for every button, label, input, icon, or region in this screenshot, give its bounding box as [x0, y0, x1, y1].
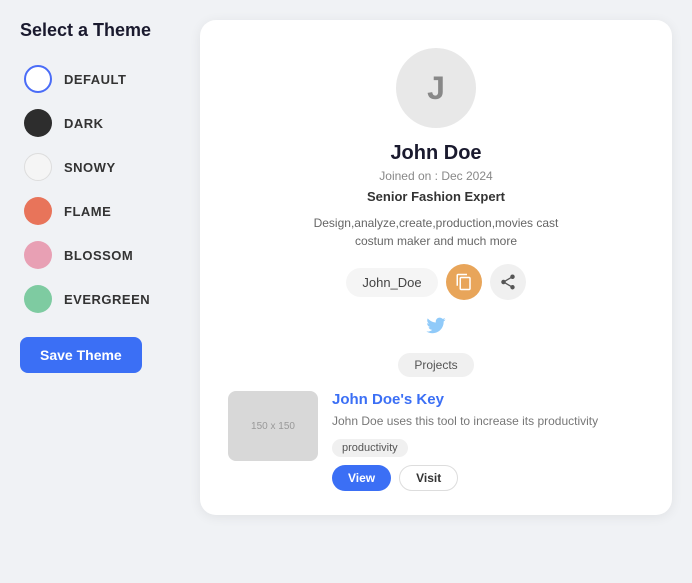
theme-option-dark[interactable]: DARK [20, 103, 180, 143]
theme-circle-flame [24, 197, 52, 225]
projects-label: Projects [398, 353, 473, 377]
theme-label-evergreen: EVERGREEN [64, 292, 150, 307]
project-title: John Doe's Key [332, 391, 644, 408]
theme-option-evergreen[interactable]: EVERGREEN [20, 279, 180, 319]
save-theme-button[interactable]: Save Theme [20, 337, 142, 373]
profile-joined: Joined on : Dec 2024 [379, 169, 492, 183]
avatar: J [396, 48, 476, 128]
theme-option-default[interactable]: DEFAULT [20, 59, 180, 99]
share-button[interactable] [490, 264, 526, 300]
theme-circle-default [24, 65, 52, 93]
theme-option-blossom[interactable]: BLOSSOM [20, 235, 180, 275]
theme-selector-panel: Select a Theme DEFAULT DARK SNOWY FLAME … [20, 20, 180, 515]
theme-option-snowy[interactable]: SNOWY [20, 147, 180, 187]
theme-circle-blossom [24, 241, 52, 269]
theme-circle-dark [24, 109, 52, 137]
view-button[interactable]: View [332, 465, 391, 491]
project-info: John Doe's Key John Doe uses this tool t… [332, 391, 644, 491]
theme-circle-snowy [24, 153, 52, 181]
project-thumbnail: 150 x 150 [228, 391, 318, 461]
theme-label-snowy: SNOWY [64, 160, 116, 175]
profile-name: John Doe [390, 142, 481, 165]
profile-bio: Design,analyze,create,production,movies … [306, 214, 566, 250]
username-tag: John_Doe [346, 268, 437, 297]
profile-card: J John Doe Joined on : Dec 2024 Senior F… [200, 20, 672, 515]
username-row: John_Doe [346, 264, 525, 300]
theme-option-flame[interactable]: FLAME [20, 191, 180, 231]
visit-button[interactable]: Visit [399, 465, 458, 491]
project-description: John Doe uses this tool to increase its … [332, 413, 644, 430]
twitter-icon [425, 314, 447, 336]
theme-label-blossom: BLOSSOM [64, 248, 133, 263]
theme-label-dark: DARK [64, 116, 104, 131]
twitter-icon-container[interactable] [425, 314, 447, 341]
main-container: Select a Theme DEFAULT DARK SNOWY FLAME … [20, 20, 672, 515]
theme-circle-evergreen [24, 285, 52, 313]
copy-icon [455, 273, 473, 291]
page-title: Select a Theme [20, 20, 180, 41]
profile-title: Senior Fashion Expert [367, 189, 505, 204]
project-tag: productivity [332, 439, 408, 457]
theme-label-flame: FLAME [64, 204, 111, 219]
share-icon [499, 273, 517, 291]
project-row: 150 x 150 John Doe's Key John Doe uses t… [228, 391, 644, 491]
project-buttons: View Visit [332, 465, 644, 491]
theme-label-default: DEFAULT [64, 72, 126, 87]
copy-username-button[interactable] [446, 264, 482, 300]
